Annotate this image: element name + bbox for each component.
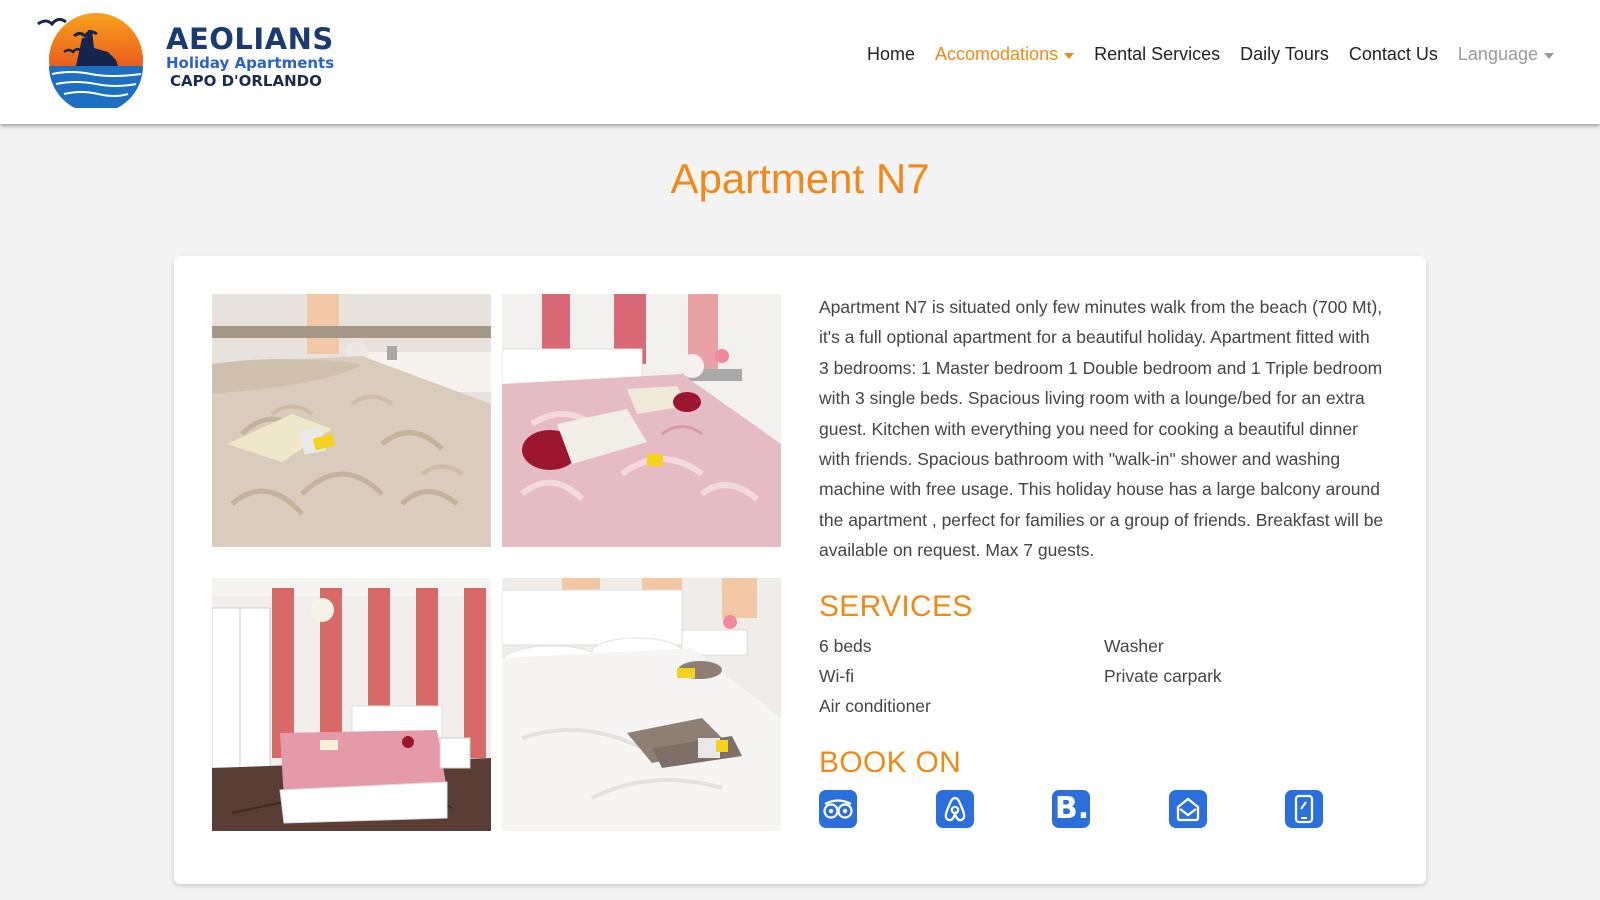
nav-home[interactable]: Home [867,44,915,65]
chevron-down-icon [1544,53,1554,59]
tripadvisor-icon[interactable] [819,790,857,828]
chevron-down-icon [1064,53,1075,59]
service-item: Private carpark [1104,666,1222,686]
site-logo[interactable]: AEOLIANS Holiday Apartments CAPO D'ORLAN… [36,8,336,108]
service-item: Wi-fi [819,666,854,686]
nav-accomodations-label: Accomodations [935,44,1059,64]
nav-rental-services-label: Rental Services [1094,44,1221,64]
apartment-photo[interactable] [212,294,491,547]
nav-contact-us-label: Contact Us [1348,44,1438,64]
nav-daily-tours-label: Daily Tours [1240,44,1329,64]
booking-icon[interactable]: B. [1052,790,1090,828]
nav-rental-services[interactable]: Rental Services [1094,44,1220,65]
airbnb-icon[interactable] [936,790,974,828]
apartment-photo[interactable] [502,578,781,831]
booking-letter: B. [1054,791,1090,826]
service-item: Air conditioner [819,696,931,716]
brand-name: AEOLIANS [166,22,334,56]
apartment-card: Apartment N7 is situated only few minute… [174,256,1426,884]
apartment-photo[interactable] [212,578,491,831]
logo-emblem-icon [37,13,143,108]
main-nav: Home Accomodations Rental Services Daily… [847,44,1554,65]
nav-accomodations[interactable]: Accomodations [935,44,1075,65]
nav-home-label: Home [867,44,916,64]
nav-contact-us[interactable]: Contact Us [1349,44,1438,65]
apartment-photo[interactable] [502,294,781,547]
service-item: 6 beds [819,636,872,656]
brand-location: CAPO D'ORLANDO [170,72,322,90]
brand-tagline: Holiday Apartments [166,54,335,72]
nav-language[interactable]: Language [1458,44,1554,65]
homeaway-icon[interactable] [1169,790,1207,828]
apartment-description: Apartment N7 is situated only few minute… [819,297,1384,561]
services-heading: SERVICES [819,590,973,623]
phone-icon[interactable] [1285,790,1323,828]
page-title: Apartment N7 [670,155,930,202]
book-on-heading: BOOK ON [819,746,962,779]
site-header: AEOLIANS Holiday Apartments CAPO D'ORLAN… [0,0,1600,124]
nav-daily-tours[interactable]: Daily Tours [1240,44,1329,65]
nav-language-label: Language [1457,44,1538,64]
service-item: Washer [1104,636,1164,656]
